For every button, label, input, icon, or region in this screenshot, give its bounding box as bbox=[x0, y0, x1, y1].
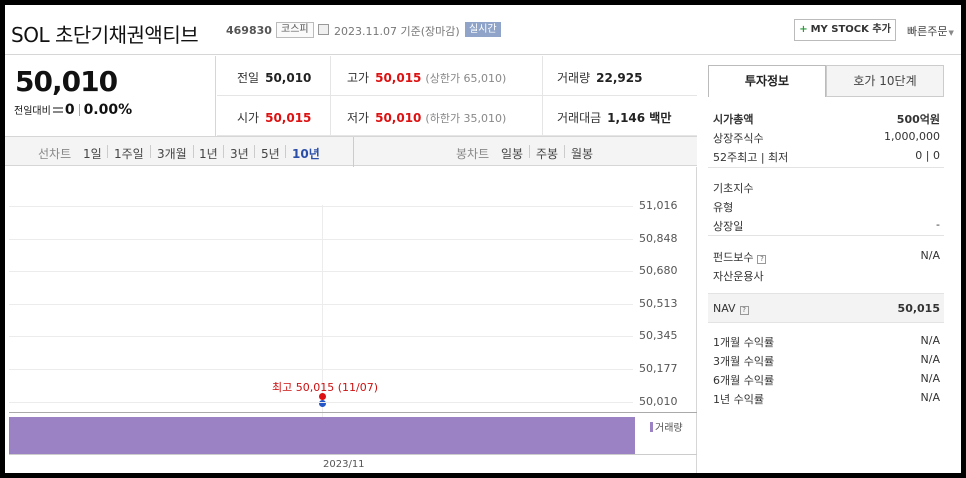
change-percent: 0.00% bbox=[83, 102, 133, 118]
my-stock-label: MY STOCK 추가 bbox=[810, 24, 891, 35]
y-tick-label: 50,345 bbox=[639, 329, 678, 343]
chart-tab-bar: 선차트 1일 1주일 3개월 1년 3년 5년 10년 봉차트 일봉 주봉 월봉 bbox=[5, 136, 697, 167]
high-annotation: 최고 50,015 (11/07) bbox=[272, 381, 379, 394]
period-5year[interactable]: 5년 bbox=[261, 145, 280, 162]
open-price: 시가 50,015 bbox=[237, 111, 312, 125]
y-tick-label: 50,848 bbox=[639, 231, 678, 245]
info-row: 1개월 수익률 N/A bbox=[713, 334, 940, 349]
quick-order-label: 빠른주문 bbox=[907, 25, 948, 38]
price-chart: 최고 50,015 (11/07) 거래량 2023/11 51,016 50,8… bbox=[5, 167, 697, 473]
y-tick-label: 50,177 bbox=[639, 362, 678, 375]
volume: 거래량 22,925 bbox=[557, 71, 643, 85]
low-price: 저가 50,010 (하한가 35,010) bbox=[347, 111, 507, 125]
high-price: 고가 50,015 (상한가 65,010) bbox=[347, 71, 507, 85]
candle-monthly[interactable]: 월봉 bbox=[571, 145, 593, 162]
nav-row: NAV? 50,015 bbox=[708, 293, 944, 323]
y-tick-label: 51,016 bbox=[639, 199, 678, 212]
price-summary: 50,010 전일대비 0 0.00% bbox=[5, 56, 216, 137]
info-row: 시가총액 500억원 bbox=[713, 113, 940, 126]
stock-page: SOL 초단기채권액티브 469830 코스피 2023.11.07 기준(장마… bbox=[5, 5, 961, 473]
period-1year[interactable]: 1년 bbox=[199, 145, 218, 162]
price-change: 전일대비 0 0.00% bbox=[14, 102, 132, 118]
y-gridline bbox=[9, 271, 633, 273]
x-tick-label: 2023/11 bbox=[323, 459, 365, 470]
current-price: 50,010 bbox=[15, 65, 118, 98]
info-row: 기초지수 bbox=[713, 182, 754, 195]
y-gridline bbox=[9, 303, 633, 305]
candle-weekly[interactable]: 주봉 bbox=[536, 145, 558, 162]
change-label: 전일대비 bbox=[14, 106, 51, 117]
y-gridline bbox=[9, 369, 633, 370]
y-gridline bbox=[9, 336, 633, 338]
investment-info-panel: 투자정보 호가 10단계 시가총액 500억원 상장주식수 1,000,000 52… bbox=[698, 56, 961, 473]
info-row: 자산운용사 bbox=[713, 270, 764, 283]
realtime-button[interactable]: 실시간 bbox=[465, 22, 501, 37]
market-badge: 코스피 bbox=[276, 22, 314, 38]
info-row: 펀드보수? N/A bbox=[713, 249, 940, 264]
quote-grid: 전일 50,010 고가 50,015 (상한가 65,010) 거래량 22,925 … bbox=[217, 56, 697, 137]
period-3month[interactable]: 3개월 bbox=[157, 145, 187, 162]
stock-code: 469830 bbox=[226, 24, 272, 37]
y-gridline bbox=[9, 238, 633, 240]
volume-bar bbox=[9, 417, 635, 454]
tab-orderbook-10[interactable]: 호가 10단계 bbox=[826, 65, 944, 97]
info-row: 상장일 - bbox=[713, 218, 940, 233]
tab-investment-info[interactable]: 투자정보 bbox=[708, 65, 826, 97]
info-row: 52주최고 | 최저 0 | 0 bbox=[713, 149, 940, 164]
quote-row: 시가 50,015 저가 50,010 (하한가 35,010) 거래대금 1,146 … bbox=[217, 96, 697, 136]
help-icon[interactable]: ? bbox=[739, 306, 749, 315]
quote-date: 2023.11.07 기준(장마감) bbox=[334, 25, 460, 38]
x-gridline bbox=[322, 205, 323, 450]
title-bar: SOL 초단기채권액티브 469830 코스피 2023.11.07 기준(장마… bbox=[5, 5, 961, 55]
high-point bbox=[319, 393, 326, 400]
quick-order-button[interactable]: 빠른주문▼ bbox=[907, 23, 954, 39]
info-row: 6개월 수익률 N/A bbox=[713, 372, 940, 387]
chevron-down-icon: ▼ bbox=[948, 29, 954, 37]
prev-close: 전일 50,010 bbox=[237, 71, 312, 85]
y-tick-label: 50,680 bbox=[639, 264, 678, 278]
info-row: 1년 수익률 N/A bbox=[713, 391, 940, 406]
info-row: 3개월 수익률 N/A bbox=[713, 353, 940, 368]
line-chart-label: 선차트 bbox=[38, 147, 72, 161]
period-3year[interactable]: 3년 bbox=[230, 145, 249, 162]
volume-legend: 거래량 bbox=[650, 419, 683, 434]
y-gridline bbox=[9, 206, 633, 207]
change-value: 0 bbox=[64, 102, 75, 118]
period-10year[interactable]: 10년 bbox=[292, 145, 320, 162]
y-tick-label: 50,513 bbox=[639, 296, 678, 310]
y-tick-label: 50,010 bbox=[639, 394, 678, 408]
unchanged-icon bbox=[52, 107, 63, 113]
quote-row: 전일 50,010 고가 50,015 (상한가 65,010) 거래량 22,925 bbox=[217, 56, 697, 96]
info-row: 유형 bbox=[713, 201, 734, 214]
y-gridline bbox=[9, 401, 633, 403]
help-icon[interactable]: ? bbox=[757, 255, 767, 264]
period-1week[interactable]: 1주일 bbox=[114, 145, 144, 162]
plus-icon: + bbox=[799, 24, 808, 35]
calendar-icon bbox=[318, 24, 329, 35]
trade-amount: 거래대금 1,146 백만 bbox=[557, 111, 672, 125]
period-1day[interactable]: 1일 bbox=[83, 145, 102, 162]
candle-chart-label: 봉차트 bbox=[456, 147, 490, 161]
candle-daily[interactable]: 일봉 bbox=[501, 145, 523, 162]
stock-name: SOL 초단기채권액티브 bbox=[11, 23, 199, 47]
my-stock-add-button[interactable]: + MY STOCK 추가 bbox=[794, 19, 896, 41]
info-row: 상장주식수 1,000,000 bbox=[713, 130, 940, 145]
